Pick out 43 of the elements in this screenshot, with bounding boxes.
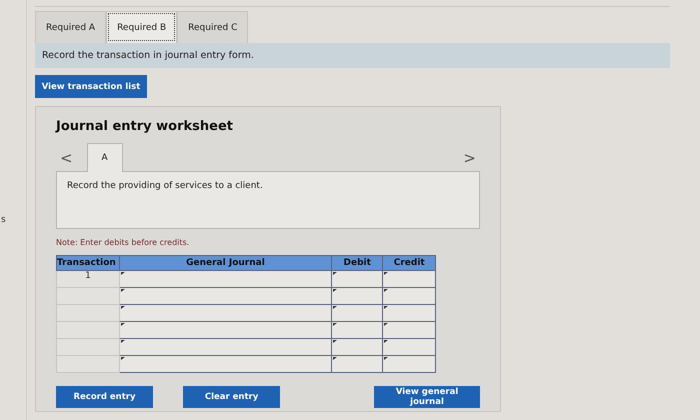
tab[interactable]: Required A xyxy=(35,11,106,43)
transaction-cell xyxy=(56,356,120,372)
previous-button[interactable]: < xyxy=(56,149,77,167)
entry-tab[interactable]: A xyxy=(86,143,123,172)
instruction-text: Record the transaction in journal entry form. xyxy=(42,50,254,61)
input-field[interactable] xyxy=(382,270,436,288)
view-transaction-list-button[interactable]: View transaction list xyxy=(35,75,147,98)
input-field[interactable] xyxy=(382,304,436,322)
action-button[interactable]: Record entry xyxy=(56,386,154,408)
column-header: General Journal xyxy=(119,256,332,270)
transaction-cell xyxy=(56,338,120,356)
description-text: Record the providing of services to a client. xyxy=(67,181,263,191)
input-field[interactable] xyxy=(119,288,332,304)
input-field[interactable] xyxy=(382,338,436,356)
action-button[interactable]: Clear entry xyxy=(183,386,280,408)
input-field[interactable] xyxy=(382,356,436,372)
transaction-cell xyxy=(56,288,120,304)
input-field[interactable] xyxy=(331,288,383,304)
column-header: Transaction xyxy=(56,256,120,270)
input-field[interactable] xyxy=(331,304,383,322)
input-field[interactable] xyxy=(119,322,332,338)
worksheet-title: Journal entry worksheet xyxy=(56,119,234,134)
input-field[interactable] xyxy=(331,322,383,338)
input-field[interactable] xyxy=(331,338,383,356)
transaction-cell xyxy=(56,304,120,322)
transaction-cell: 1 xyxy=(56,270,120,288)
input-field[interactable] xyxy=(382,288,436,304)
input-field[interactable] xyxy=(119,356,332,372)
input-field[interactable] xyxy=(382,322,436,338)
column-header: Debit xyxy=(331,256,383,270)
action-button[interactable]: View general journal xyxy=(374,386,480,408)
note-text: Note: Enter debits before credits. xyxy=(56,238,190,247)
input-field[interactable] xyxy=(119,304,332,322)
column-header: Credit xyxy=(382,256,436,270)
edge-text: s xyxy=(1,215,6,225)
input-field[interactable] xyxy=(119,270,332,288)
input-field[interactable] xyxy=(331,356,383,372)
tab[interactable]: Required C xyxy=(177,11,248,43)
tab[interactable]: Required B xyxy=(106,11,178,43)
input-field[interactable] xyxy=(119,338,332,356)
input-field[interactable] xyxy=(331,270,383,288)
next-button[interactable]: > xyxy=(459,149,480,167)
transaction-cell xyxy=(56,322,120,338)
